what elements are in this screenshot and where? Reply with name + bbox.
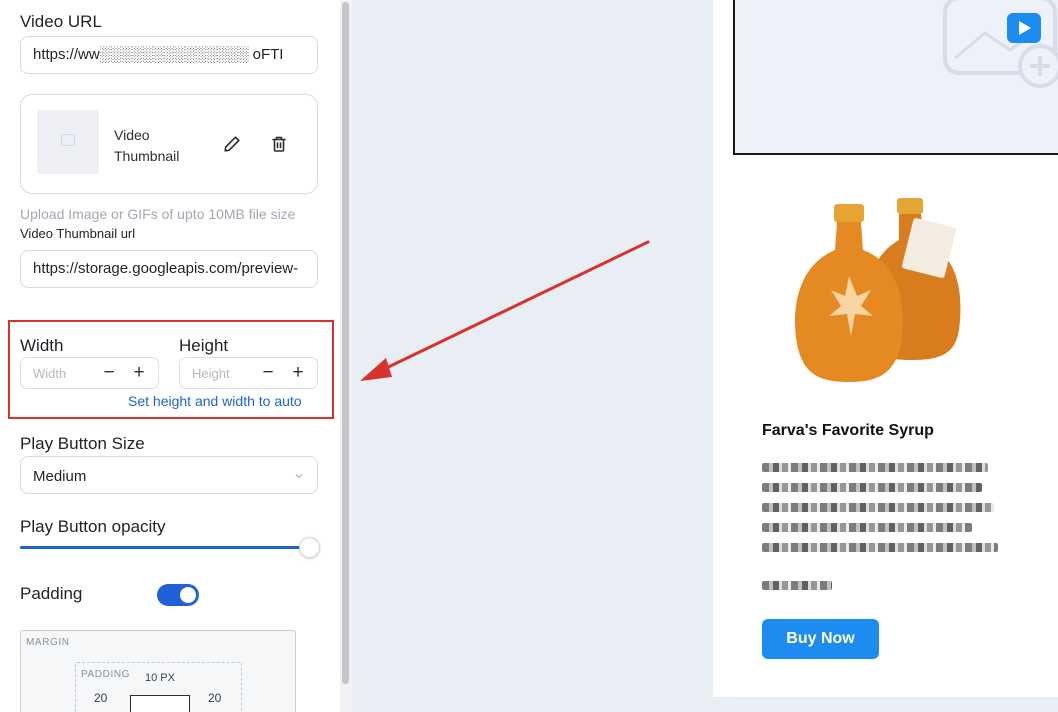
opacity-slider-fill: [20, 546, 301, 549]
trash-icon[interactable]: [266, 131, 292, 157]
padding-top-value[interactable]: 10 PX: [145, 672, 175, 684]
upload-hint: Upload Image or GIFs of upto 10MB file s…: [20, 206, 296, 222]
redacted-price: [762, 581, 832, 590]
padding-right-value[interactable]: 20: [208, 691, 221, 705]
product-title: Farva's Favorite Syrup: [762, 422, 934, 439]
video-block[interactable]: [733, 0, 1058, 155]
margin-editor: MARGIN PADDING 10 PX 20 20: [20, 630, 296, 712]
video-url-label: Video URL: [20, 12, 102, 31]
redacted-text-line: [762, 483, 982, 492]
play-button-size-select[interactable]: Medium: [20, 456, 318, 494]
height-stepper[interactable]: Height − +: [179, 357, 318, 389]
content-box: [130, 695, 190, 712]
annotation-arrow: [360, 240, 650, 381]
panel-scrollbar[interactable]: [340, 0, 352, 712]
padding-toggle[interactable]: [157, 584, 199, 606]
thumbnail-url-label: Video Thumbnail url: [20, 226, 136, 241]
padding-left-value[interactable]: 20: [94, 691, 107, 705]
syrup-bottles-image: [794, 198, 961, 382]
email-preview: Farva's Favorite Syrup Buy Now: [713, 0, 1058, 697]
settings-panel: Video URL https://ww░░░░░░░░░░░░░░ oFTI …: [0, 0, 340, 712]
product-image: [761, 178, 997, 400]
thumbnail-url-input[interactable]: https://storage.googleapis.com/preview-: [20, 250, 318, 288]
height-label: Height: [179, 336, 229, 355]
redacted-text-line: [762, 543, 998, 552]
video-thumbnail-card: Video Thumbnail: [20, 94, 318, 194]
padding-label: Padding: [20, 584, 83, 603]
buy-now-button[interactable]: Buy Now: [762, 619, 879, 659]
auto-size-link[interactable]: Set height and width to auto: [128, 393, 302, 409]
width-decrement-button[interactable]: −: [97, 361, 121, 385]
pencil-icon[interactable]: [219, 131, 245, 157]
redacted-text-line: [762, 463, 988, 472]
play-button-size-label: Play Button Size: [20, 434, 145, 453]
width-placeholder: Width: [33, 366, 67, 381]
image-placeholder-icon: [61, 134, 75, 146]
height-placeholder: Height: [192, 366, 230, 381]
play-button-size-value: Medium: [33, 468, 87, 485]
toggle-knob: [180, 587, 196, 603]
opacity-slider-track[interactable]: [20, 546, 310, 549]
play-button-opacity-label: Play Button opacity: [20, 517, 166, 536]
width-increment-button[interactable]: +: [127, 361, 151, 385]
margin-caption: MARGIN: [26, 637, 70, 648]
chevron-down-icon: [293, 469, 305, 487]
redacted-text-line: [762, 503, 994, 512]
play-icon[interactable]: [1007, 13, 1041, 43]
padding-caption: PADDING: [81, 669, 131, 680]
thumbnail-label: Video Thumbnail: [114, 127, 180, 164]
scrollbar-thumb[interactable]: [342, 2, 349, 684]
height-decrement-button[interactable]: −: [256, 361, 280, 385]
width-stepper[interactable]: Width − +: [20, 357, 159, 389]
thumbnail-preview[interactable]: [37, 110, 99, 174]
height-increment-button[interactable]: +: [286, 361, 310, 385]
width-label: Width: [20, 336, 64, 355]
video-url-input[interactable]: https://ww░░░░░░░░░░░░░░ oFTI: [20, 36, 318, 74]
opacity-slider-thumb[interactable]: [299, 537, 320, 558]
padding-editor: PADDING 10 PX 20 20: [75, 662, 242, 712]
redacted-text-line: [762, 523, 972, 532]
